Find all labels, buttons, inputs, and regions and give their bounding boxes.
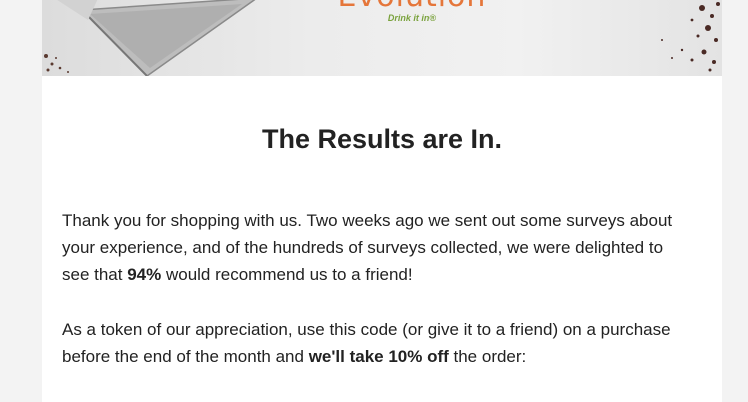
paragraph1-highlight: 94% xyxy=(127,265,162,284)
paragraph2-highlight: we'll take 10% off xyxy=(308,347,449,366)
brand-logo: Evolution Drink it in® xyxy=(332,0,492,23)
email-body: Evolution Drink it in® The Results are I… xyxy=(42,0,722,402)
hero-banner: Evolution Drink it in® xyxy=(42,0,722,76)
brand-name: Evolution xyxy=(332,0,492,12)
tea-leaves-left-decoration xyxy=(44,54,69,73)
paragraph2-text-end: the order: xyxy=(448,347,527,366)
headline: The Results are In. xyxy=(261,124,503,154)
tea-leaves-decoration xyxy=(661,2,720,72)
paragraph1-text-end: would recommend us to a friend! xyxy=(161,265,413,284)
paragraph-thank-you: Thank you for shopping with us. Two week… xyxy=(62,207,682,288)
paragraph-discount: As a token of our appreciation, use this… xyxy=(62,316,682,370)
brand-tagline: Drink it in® xyxy=(387,13,437,23)
